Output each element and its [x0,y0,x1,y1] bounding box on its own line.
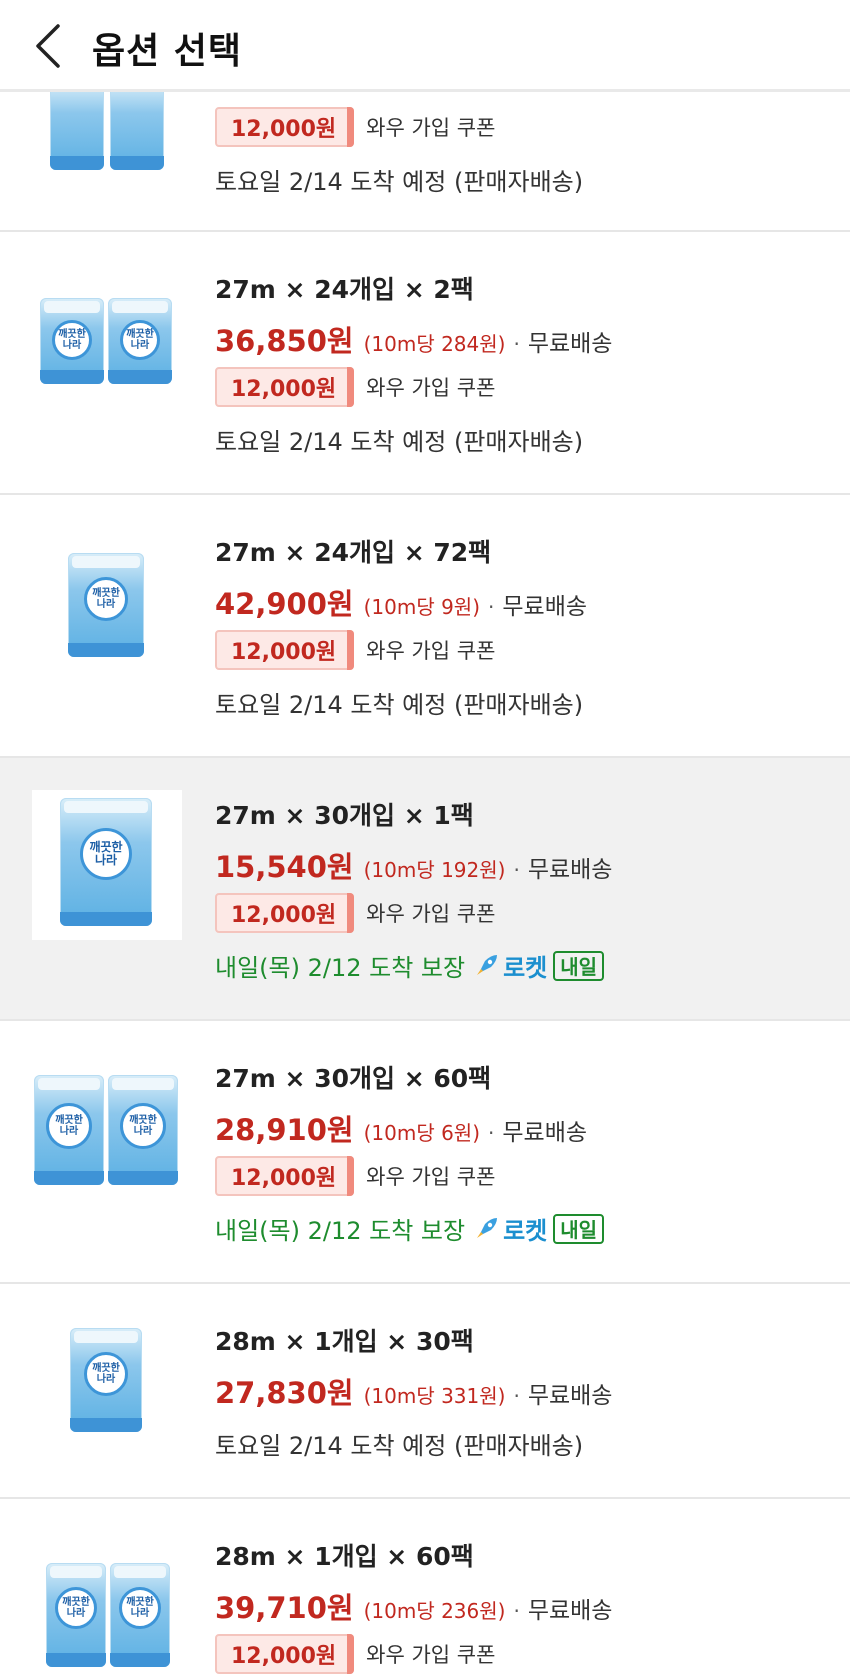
option-name: 27m × 24개입 × 2팩 [215,275,474,304]
shipping-label: 무료배송 [527,331,613,357]
coupon-row: 12,000원 와우 가입 쿠폰 [215,1156,495,1196]
delivery-info: 토요일 2/14 도착 예정 (판매자배송) [215,168,584,196]
separator-dot: · [513,1599,520,1623]
shipping-label: 무료배송 [527,1383,613,1409]
option-list: 12,000원 와우 가입 쿠폰 토요일 2/14 도착 예정 (판매자배송) … [0,0,850,1677]
separator-dot: · [513,332,520,356]
shipping-label: 무료배송 [527,1598,613,1624]
top-bar: 옵션 선택 [0,0,850,92]
separator-dot: · [513,1384,520,1408]
rocket-label: 로켓 [503,954,548,982]
coupon-row: 12,000원 와우 가입 쿠폰 [215,630,495,670]
option-item[interactable]: 깨끗한 나라 깨끗한 나라 27m × 30개입 × 60팩 28,910원 (10… [0,1021,850,1284]
option-price: 36,850원 [215,324,354,358]
price-row: 36,850원 (10m당 284원) · 무료배송 [215,318,612,360]
price-row: 42,900원 (10m당 9원) · 무료배송 [215,581,587,623]
product-thumbnail: 깨끗한 나라 깨끗한 나라 [32,290,182,440]
option-price: 27,830원 [215,1376,354,1410]
rocket-badge: 내일 [553,1213,605,1244]
delivery-info: 토요일 2/14 도착 예정 (판매자배송) [215,428,584,456]
product-thumbnail: 깨끗한 나라 깨끗한 나라 [32,1557,182,1677]
coupon-badge: 12,000원 [215,1634,355,1674]
option-item[interactable]: 깨끗한 나라 깨끗한 나라 27m × 24개입 × 2팩 36,850원 (10m… [0,232,850,495]
option-price: 42,900원 [215,587,354,621]
shipping-label: 무료배송 [527,857,613,883]
price-row: 27,830원 (10m당 331원) · 무료배송 [215,1370,612,1412]
coupon-label: 와우 가입 쿠폰 [366,376,496,400]
option-item[interactable]: 깨끗한 나라 28m × 1개입 × 30팩 27,830원 (10m당 331원… [0,1284,850,1499]
option-item[interactable]: 12,000원 와우 가입 쿠폰 토요일 2/14 도착 예정 (판매자배송) [0,82,850,232]
delivery-info: 토요일 2/14 도착 예정 (판매자배송) [215,1432,584,1460]
product-thumbnail: 깨끗한 나라 [32,547,182,697]
back-button[interactable] [30,18,70,74]
option-item[interactable]: 깨끗한 나라 깨끗한 나라 28m × 1개입 × 60팩 39,710원 (10m… [0,1499,850,1677]
unit-price: (10m당 6원) [363,1121,481,1145]
option-price: 28,910원 [215,1113,354,1147]
option-name: 28m × 1개입 × 30팩 [215,1327,474,1356]
price-row: 28,910원 (10m당 6원) · 무료배송 [215,1107,587,1149]
coupon-label: 와우 가입 쿠폰 [366,1643,496,1667]
coupon-badge: 12,000원 [215,630,355,670]
coupon-badge: 12,000원 [215,107,355,147]
coupon-row: 12,000원 와우 가입 쿠폰 [215,1634,495,1674]
coupon-badge: 12,000원 [215,1156,355,1196]
option-name: 28m × 1개입 × 60팩 [215,1542,474,1571]
delivery-text: 내일(목) 2/12 도착 보장 [215,1217,466,1245]
shipping-label: 무료배송 [502,594,588,620]
unit-price: (10m당 192원) [363,858,506,882]
rocket-icon [477,954,498,975]
coupon-row: 12,000원 와우 가입 쿠폰 [215,893,495,933]
unit-price: (10m당 9원) [363,595,481,619]
coupon-label: 와우 가입 쿠폰 [366,639,496,663]
coupon-label: 와우 가입 쿠폰 [366,902,496,926]
price-row: 39,710원 (10m당 236원) · 무료배송 [215,1585,612,1627]
option-name: 27m × 30개입 × 1팩 [215,801,474,830]
coupon-badge: 12,000원 [215,893,355,933]
coupon-row: 12,000원 와우 가입 쿠폰 [215,367,495,407]
product-thumbnail: 깨끗한 나라 깨끗한 나라 [32,1069,182,1219]
unit-price: (10m당 331원) [363,1384,506,1408]
rocket-icon [477,1217,498,1238]
coupon-label: 와우 가입 쿠폰 [366,1165,496,1189]
option-name: 27m × 30개입 × 60팩 [215,1064,492,1093]
coupon-badge: 12,000원 [215,367,355,407]
product-thumbnail: 깨끗한 나라 [32,1322,182,1472]
product-thumbnail: 깨끗한 나라 [32,790,182,940]
delivery-info: 내일(목) 2/12 도착 보장 로켓 내일 [215,1211,605,1246]
rocket-badge: 내일 [553,950,605,981]
delivery-text: 내일(목) 2/12 도착 보장 [215,954,466,982]
shipping-label: 무료배송 [502,1120,588,1146]
option-price: 15,540원 [215,850,354,884]
option-name: 27m × 24개입 × 72팩 [215,538,492,567]
coupon-label: 와우 가입 쿠폰 [366,116,496,140]
delivery-info: 내일(목) 2/12 도착 보장 로켓 내일 [215,948,605,983]
option-item-selected[interactable]: 깨끗한 나라 27m × 30개입 × 1팩 15,540원 (10m당 192원… [0,758,850,1021]
page-title: 옵션 선택 [92,31,243,72]
coupon-row: 12,000원 와우 가입 쿠폰 [215,107,495,147]
option-price: 39,710원 [215,1591,354,1625]
option-item[interactable]: 깨끗한 나라 27m × 24개입 × 72팩 42,900원 (10m당 9원)… [0,495,850,758]
price-row: 15,540원 (10m당 192원) · 무료배송 [215,844,612,886]
rocket-label: 로켓 [503,1217,548,1245]
separator-dot: · [488,1121,495,1145]
unit-price: (10m당 284원) [363,332,506,356]
delivery-info: 토요일 2/14 도착 예정 (판매자배송) [215,691,584,719]
separator-dot: · [488,595,495,619]
chevron-left-icon [36,24,60,68]
unit-price: (10m당 236원) [363,1599,506,1623]
separator-dot: · [513,858,520,882]
